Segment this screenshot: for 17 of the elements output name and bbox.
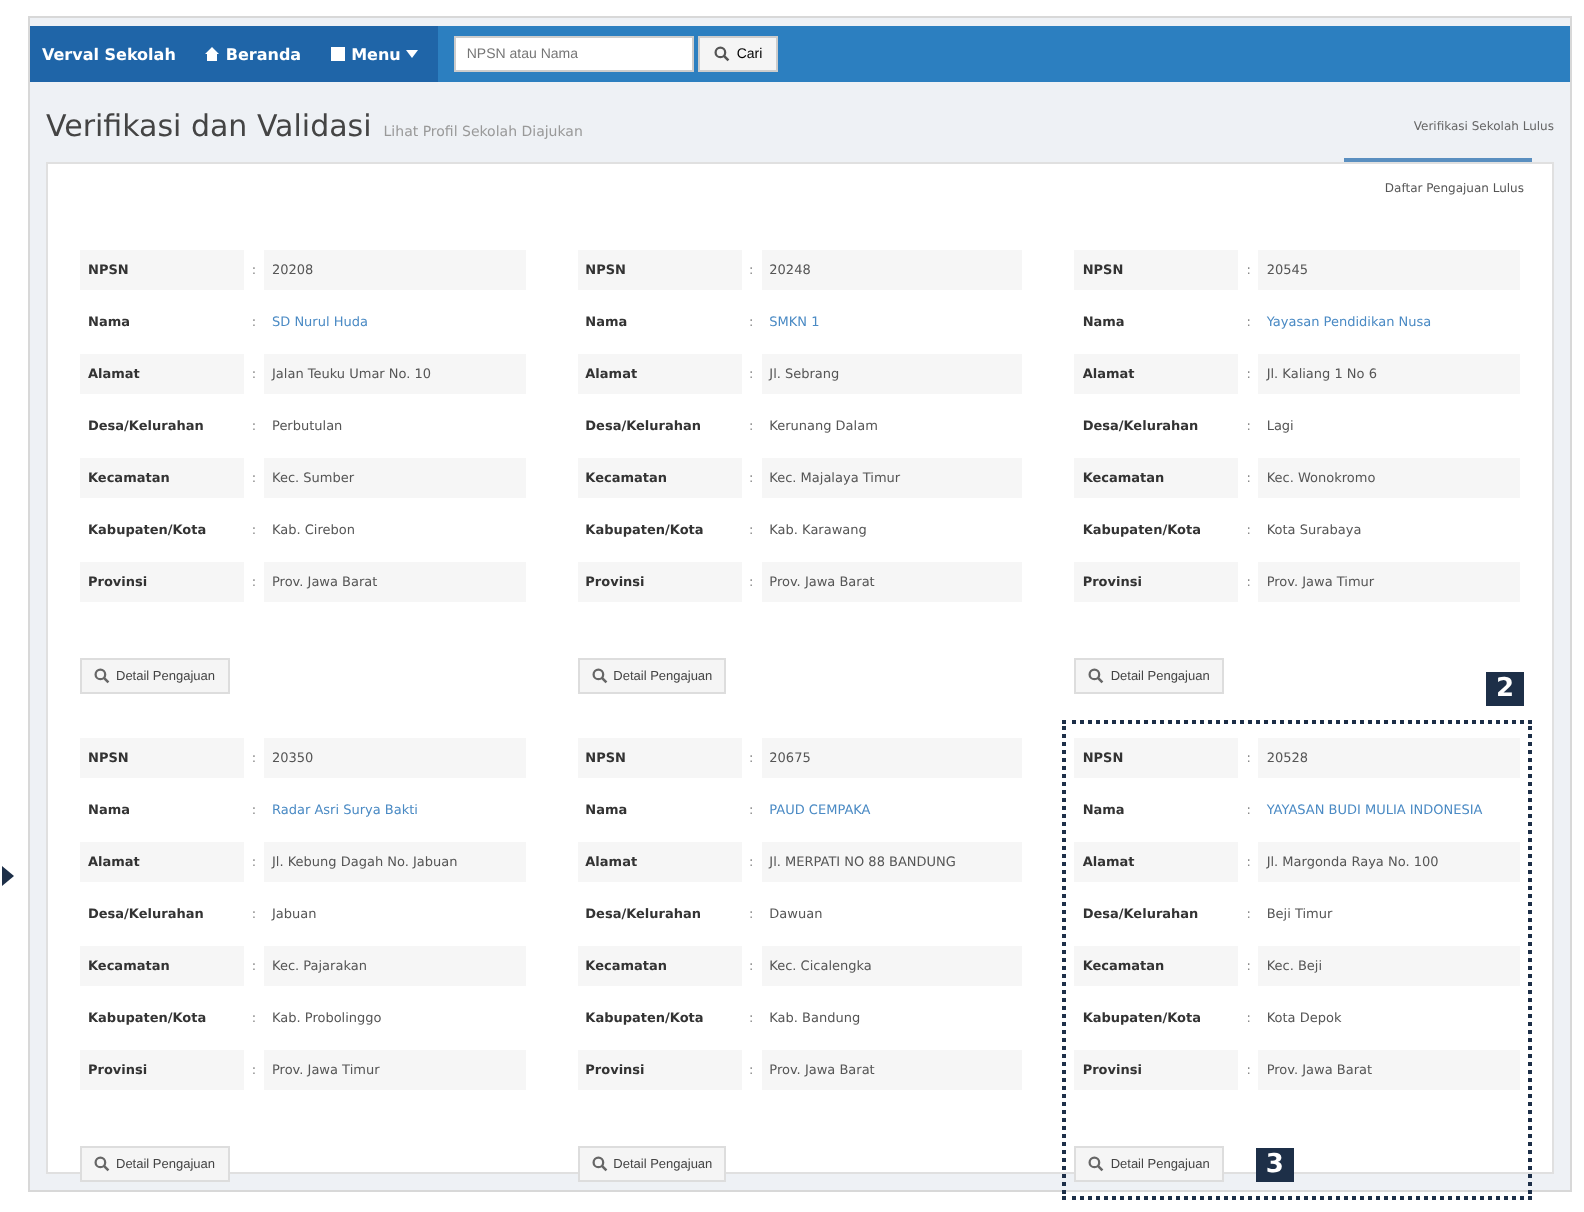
search-icon [714,46,731,62]
search-icon [591,1156,608,1172]
caret-icon [406,50,419,58]
page-title: Verifikasi dan Validasi [46,108,372,144]
search-icon [591,668,608,684]
home-icon [203,46,220,62]
search-icon [1088,1156,1105,1172]
brand-link[interactable]: Verval Sekolah [42,45,176,63]
square-icon [329,46,346,62]
menu-dropdown[interactable]: Menu [329,45,419,63]
search-icon [1088,668,1105,684]
annotation-badge: 2 [1485,672,1524,706]
nav-link[interactable]: Beranda [203,45,302,63]
arrow-icon [2,866,14,886]
search-icon [94,1156,110,1172]
annotation-badge: 3 [1255,1147,1294,1181]
search-icon [94,668,110,684]
